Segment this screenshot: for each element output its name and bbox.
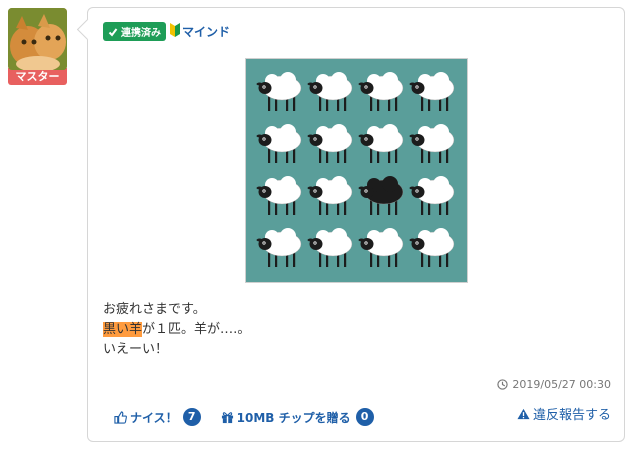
nice-label: ナイス！ bbox=[130, 410, 178, 425]
post-actions: ナイス！ 7 10MB チップを贈る 0 bbox=[114, 408, 394, 426]
nice-button[interactable]: ナイス！ 7 bbox=[114, 408, 201, 426]
report-label: 違反報告する bbox=[532, 408, 611, 423]
gift-icon bbox=[221, 411, 233, 423]
post-header: 連携済み マインド bbox=[103, 22, 230, 41]
tip-count: 0 bbox=[355, 408, 374, 426]
body-line-2: 黒い羊が１匹。羊が‥‥。 bbox=[103, 320, 250, 340]
post-image[interactable] bbox=[245, 58, 468, 283]
tip-label: 10MB チップを贈る bbox=[236, 410, 351, 425]
linked-badge-label: 連携済み bbox=[121, 28, 161, 39]
post-card: 連携済み マインド お疲れさまです。 黒い羊が１匹。羊が‥‥。 いえーい！ 20… bbox=[87, 7, 625, 442]
post-timestamp: 2019/05/27 00:30 bbox=[497, 378, 611, 391]
post-body: お疲れさまです。 黒い羊が１匹。羊が‥‥。 いえーい！ bbox=[103, 300, 250, 360]
body-line-3: いえーい！ bbox=[103, 342, 169, 357]
thumbs-up-icon bbox=[114, 410, 127, 424]
user-avatar-block[interactable]: マスター bbox=[8, 8, 67, 85]
username-link[interactable]: マインド bbox=[182, 23, 230, 40]
timestamp-text: 2019/05/27 00:30 bbox=[512, 378, 611, 391]
avatar-cat-image bbox=[8, 8, 67, 70]
sheep-grid-illustration bbox=[246, 59, 467, 282]
body-line-1: お疲れさまです。 bbox=[103, 302, 206, 317]
tip-button[interactable]: 10MB チップを贈る 0 bbox=[221, 408, 374, 426]
clock-icon bbox=[497, 379, 509, 390]
check-icon bbox=[108, 27, 118, 37]
avatar[interactable] bbox=[8, 8, 67, 70]
body-line-2-rest: が１匹。羊が‥‥。 bbox=[142, 322, 251, 337]
report-button[interactable]: 違反報告する bbox=[517, 404, 611, 423]
nice-count: 7 bbox=[182, 408, 201, 426]
warning-icon bbox=[517, 408, 530, 419]
role-badge: マスター bbox=[8, 68, 67, 85]
linked-badge: 連携済み bbox=[103, 22, 166, 41]
beginner-mark-icon bbox=[170, 22, 180, 41]
highlighted-text: 黒い羊 bbox=[103, 322, 143, 337]
